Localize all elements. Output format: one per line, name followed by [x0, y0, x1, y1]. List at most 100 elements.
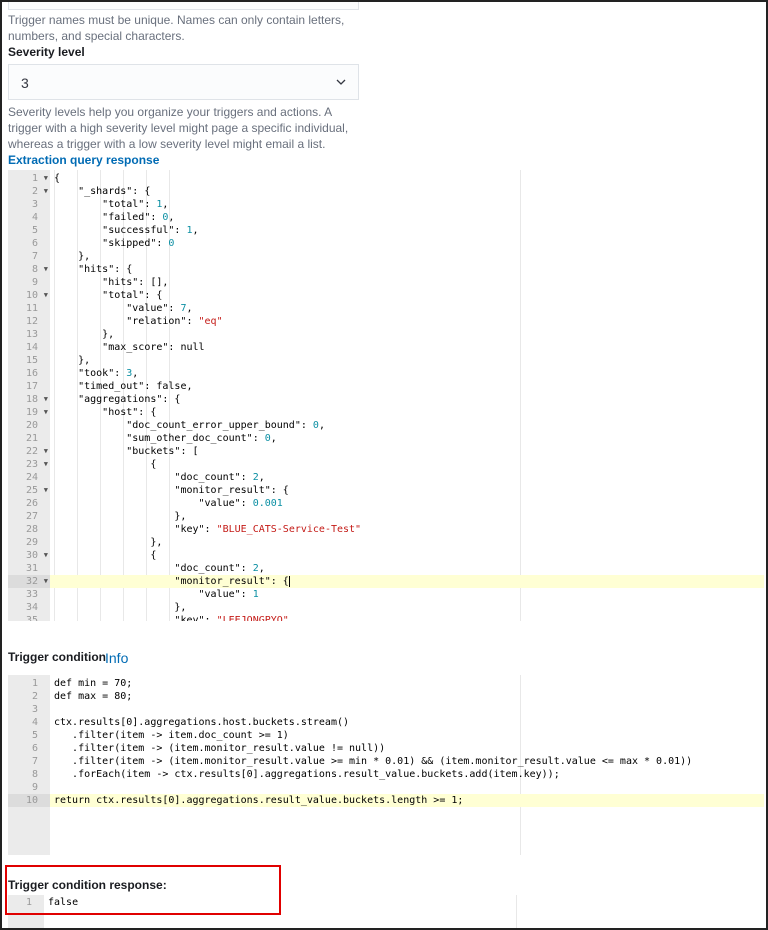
fold-toggle-icon[interactable]: ▼ — [44, 393, 48, 406]
line-number: 13 — [8, 328, 50, 341]
line-number-text: 8 — [31, 264, 38, 275]
line-number-text: 25 — [25, 485, 38, 496]
code-line: "monitor_result": { — [174, 485, 289, 496]
line-number: 10 ▼ — [8, 289, 50, 302]
code-line: def min = 70; — [54, 678, 133, 689]
line-number-text: 9 — [31, 782, 38, 793]
line-number: 25 ▼ — [8, 484, 50, 497]
line-number-text: 7 — [31, 756, 38, 767]
line-number-text: 24 — [25, 472, 38, 483]
fold-toggle-icon[interactable]: ▼ — [44, 289, 48, 302]
trigger-condition-editor[interactable]: 1 2 3 4 5 6 7 8 9 10 def min = 70; def max = 80; ct… — [8, 675, 764, 855]
code-line: "key": "BLUE_CATS-Service-Test" — [174, 524, 362, 535]
line-number: 32 ▼ — [8, 575, 50, 588]
code-line: return ctx.results[0].aggregations.resul… — [50, 794, 764, 807]
line-number: 20 — [8, 419, 50, 432]
fold-toggle-icon[interactable]: ▼ — [44, 185, 48, 198]
fold-toggle-icon[interactable]: ▼ — [44, 445, 48, 458]
code-line: }, — [54, 511, 187, 522]
code-line: "doc_count_error_upper_bound": 0, — [126, 420, 325, 431]
line-number-text: 6 — [31, 743, 38, 754]
extraction-response-label: Extraction query response — [8, 153, 160, 167]
code-line: { — [54, 173, 61, 184]
line-number: 12 — [8, 315, 50, 328]
code-line: "relation": "eq" — [126, 316, 223, 327]
line-number: 7 — [8, 250, 50, 263]
condition-gutter: 1 2 3 4 5 6 7 8 9 10 — [8, 675, 50, 855]
line-number: 18 ▼ — [8, 393, 50, 406]
line-number-text: 15 — [25, 355, 38, 366]
condition-code-area[interactable]: def min = 70; def max = 80; ctx.results[0]… — [50, 675, 764, 855]
chevron-down-icon — [336, 79, 346, 85]
code-line: }, — [54, 537, 163, 548]
line-number: 15 — [8, 354, 50, 367]
line-number: 5 — [8, 729, 50, 742]
fold-toggle-icon[interactable]: ▼ — [44, 549, 48, 562]
extraction-gutter: 1 ▼ 2 ▼ 3 4 5 6 7 8 ▼ 9 10 ▼ 11 12 13 14 15 16 17 18 ▼ 19 ▼ 20 21 2… — [8, 170, 50, 621]
line-number: 14 — [8, 341, 50, 354]
line-number-text: 21 — [25, 433, 38, 444]
severity-label: Severity level — [8, 45, 85, 59]
line-number-text: 3 — [31, 199, 38, 210]
line-number: 4 — [8, 716, 50, 729]
code-line: "total": 1, — [102, 199, 169, 210]
code-line: "max_score": null — [102, 342, 205, 353]
text-cursor — [288, 575, 290, 587]
code-line: "buckets": [ — [126, 446, 199, 457]
line-number: 31 — [8, 562, 50, 575]
severity-value: 3 — [21, 75, 29, 91]
line-number: 11 — [8, 302, 50, 315]
line-number: 3 — [8, 198, 50, 211]
trigger-name-input[interactable] — [8, 0, 359, 10]
fold-toggle-icon[interactable]: ▼ — [44, 484, 48, 497]
line-number-text: 3 — [31, 704, 38, 715]
code-line: "hits": [], — [102, 277, 169, 288]
code-line: }, — [54, 329, 115, 340]
fold-toggle-icon[interactable]: ▼ — [44, 458, 48, 471]
severity-help: Severity levels help you organize your t… — [8, 105, 349, 151]
line-number-text: 22 — [25, 446, 38, 457]
line-number-text: 16 — [25, 368, 38, 379]
line-number-text: 13 — [25, 329, 38, 340]
line-number-text: 33 — [25, 589, 38, 600]
severity-select[interactable]: 3 — [8, 64, 359, 100]
code-line: "value": 0.001 — [198, 498, 283, 509]
line-number: 7 — [8, 755, 50, 768]
code-line: "successful": 1, — [102, 225, 199, 236]
line-number-text: 6 — [31, 238, 38, 249]
trigger-condition-info-link[interactable]: Info — [105, 650, 128, 666]
extraction-response-editor[interactable]: 1 ▼ 2 ▼ 3 4 5 6 7 8 ▼ 9 10 ▼ 11 12 13 14 15 16 17 18 ▼ 19 ▼ 20 21 2… — [8, 170, 764, 621]
line-number: 16 — [8, 367, 50, 380]
code-line: }, — [54, 355, 91, 366]
line-number: 6 — [8, 237, 50, 250]
line-number-text: 27 — [25, 511, 38, 522]
line-number: 1 ▼ — [8, 172, 50, 185]
line-number-text: 1 — [31, 678, 38, 689]
line-number-text: 2 — [31, 691, 38, 702]
code-line: "monitor_result": { — [50, 575, 764, 588]
line-number-text: 11 — [25, 303, 38, 314]
code-line: "failed": 0, — [102, 212, 175, 223]
line-number-text: 18 — [25, 394, 38, 405]
fold-toggle-icon[interactable]: ▼ — [44, 172, 48, 185]
line-number: 23 ▼ — [8, 458, 50, 471]
line-number: 9 — [8, 276, 50, 289]
line-number: 9 — [8, 781, 50, 794]
code-line: }, — [54, 251, 91, 262]
line-number-text: 5 — [31, 730, 38, 741]
fold-toggle-icon[interactable]: ▼ — [44, 263, 48, 276]
line-number-text: 1 — [31, 173, 38, 184]
fold-toggle-icon[interactable]: ▼ — [44, 406, 48, 419]
code-line: "host": { — [102, 407, 157, 418]
code-line: "_shards": { — [78, 186, 151, 197]
line-number-text: 35 — [25, 615, 38, 621]
extraction-code-area[interactable]: { "_shards": { "total": 1, "failed": 0, … — [50, 170, 764, 621]
line-number-text: 19 — [25, 407, 38, 418]
line-number-text: 7 — [31, 251, 38, 262]
line-number: 30 ▼ — [8, 549, 50, 562]
line-number: 35 — [8, 614, 50, 621]
line-number: 8 — [8, 768, 50, 781]
line-number-text: 30 — [25, 550, 38, 561]
fold-toggle-icon[interactable]: ▼ — [44, 575, 48, 588]
